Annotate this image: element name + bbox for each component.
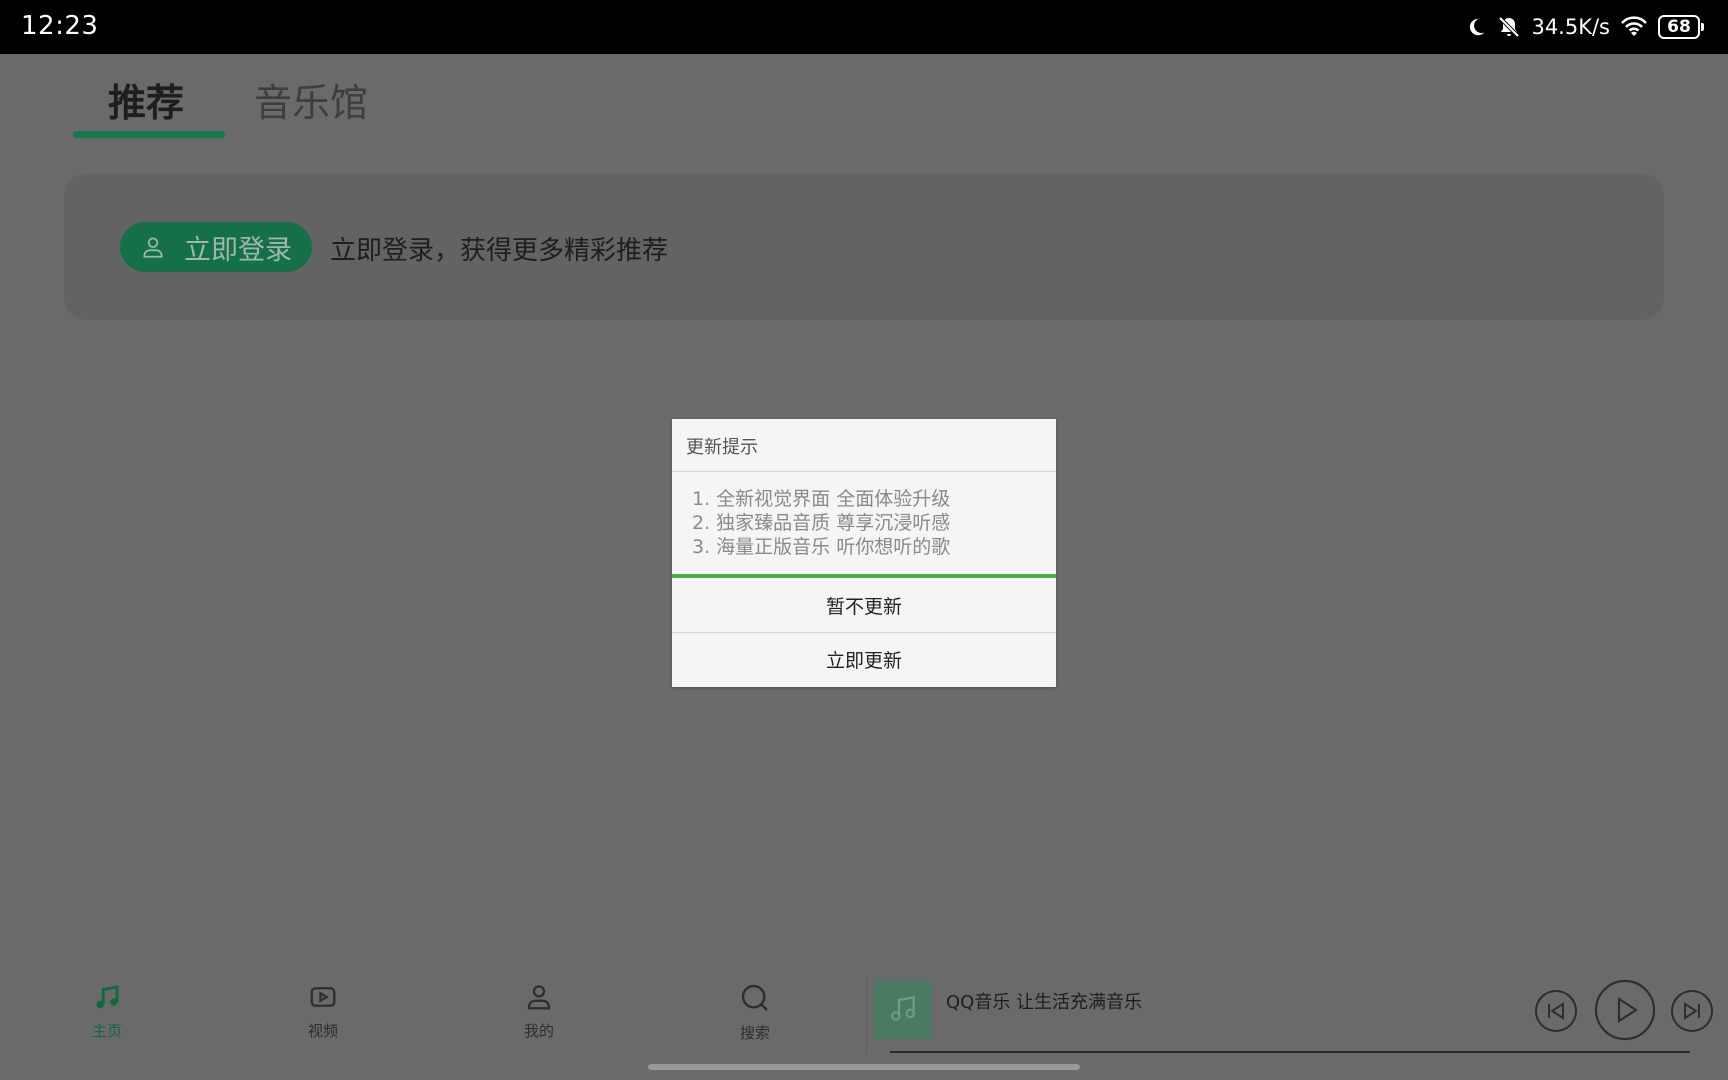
nav-mine[interactable]: 我的 [494,982,584,1041]
wifi-icon [1620,16,1648,38]
network-speed: 34.5K/s [1531,15,1610,39]
update-now-button[interactable]: 立即更新 [672,633,1056,685]
nav-video-label: 视频 [307,1022,338,1040]
player-progress-bar[interactable] [890,1051,1690,1053]
login-button[interactable]: 立即登录 [120,222,312,272]
status-time: 12:23 [21,11,99,41]
nav-mine-label: 我的 [523,1022,554,1040]
play-button[interactable] [1593,978,1657,1046]
moon-icon [1465,16,1487,38]
dialog-line: 3. 海量正版音乐 听你想听的歌 [692,536,951,558]
login-button-label: 立即登录 [184,234,292,266]
dialog-accent-bar [672,574,1056,578]
nav-home[interactable]: 主页 [62,982,152,1041]
next-icon [1670,989,1714,1037]
update-dialog: 更新提示 1. 全新视觉界面 全面体验升级 2. 独家臻品音质 尊享沉浸听感 3… [672,419,1056,687]
dialog-line: 2. 独家臻品音质 尊享沉浸听感 [692,512,951,534]
dialog-divider [672,471,1056,472]
previous-button[interactable] [1534,989,1578,1037]
tab-active-indicator [73,131,225,138]
play-icon [1593,978,1657,1046]
skip-update-button[interactable]: 暂不更新 [672,579,1056,631]
album-art[interactable] [874,981,932,1039]
status-bar: 12:23 34.5K/s 68 [0,0,1728,54]
user-icon [140,234,166,260]
nav-home-label: 主页 [91,1022,122,1040]
next-button[interactable] [1670,989,1714,1037]
user-icon [524,982,554,1016]
tab-recommend[interactable]: 推荐 [108,72,184,127]
player-song-title[interactable]: QQ音乐 让生活充满音乐 [946,988,1142,1014]
music-note-icon [92,982,122,1016]
nav-search-label: 搜索 [739,1024,770,1042]
status-icons: 34.5K/s 68 [1465,0,1706,54]
dialog-message: 1. 全新视觉界面 全面体验升级 2. 独家臻品音质 尊享沉浸听感 3. 海量正… [692,487,950,559]
home-indicator[interactable] [648,1064,1080,1070]
search-icon [739,982,771,1018]
dialog-line: 1. 全新视觉界面 全面体验升级 [692,488,951,510]
video-icon [308,982,338,1016]
login-prompt: 立即登录，获得更多精彩推荐 [330,236,669,266]
login-card: 立即登录 立即登录，获得更多精彩推荐 [64,174,1664,320]
battery-icon: 68 [1658,15,1704,39]
battery-level: 68 [1667,17,1691,37]
dialog-title: 更新提示 [686,437,758,458]
tab-music-hall[interactable]: 音乐馆 [254,72,368,127]
music-note-icon [887,992,919,1028]
nav-search[interactable]: 搜索 [710,982,800,1043]
bell-off-icon [1497,15,1521,39]
nav-divider [866,975,867,1055]
previous-icon [1534,989,1578,1037]
nav-video[interactable]: 视频 [278,982,368,1041]
